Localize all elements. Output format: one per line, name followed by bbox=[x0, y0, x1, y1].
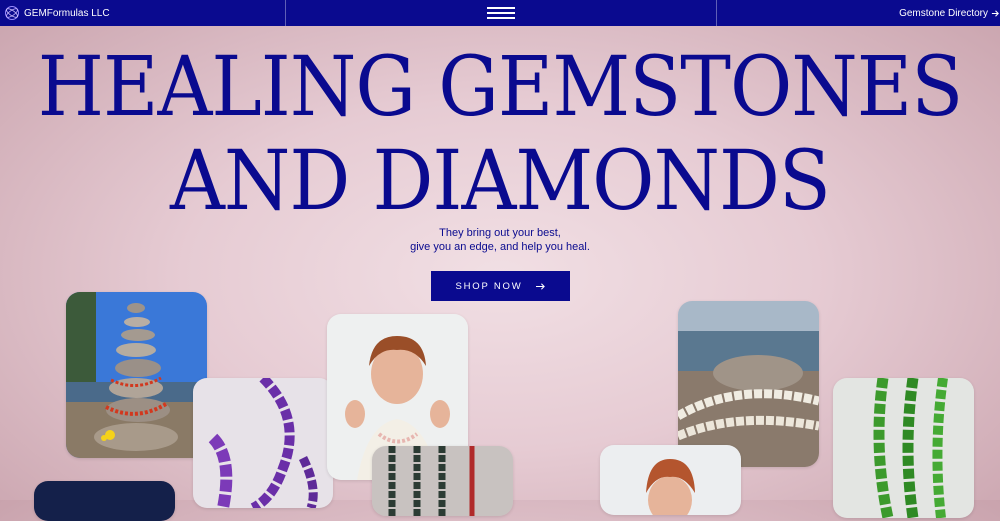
top-navigation-bar: GEMFormulas LLC Gemstone Directory bbox=[0, 0, 1000, 26]
shop-now-button[interactable]: SHOP NOW bbox=[431, 271, 570, 301]
nav-divider bbox=[285, 0, 286, 26]
hamburger-menu-icon bbox=[487, 7, 515, 9]
hero-title-line-2: AND DIAMONDS bbox=[170, 132, 831, 229]
gemstone-directory-label: Gemstone Directory bbox=[899, 8, 988, 19]
navy-fabric-photo bbox=[34, 481, 175, 521]
tagline-line-1: They bring out your best, bbox=[439, 227, 561, 239]
gemstone-directory-link[interactable]: Gemstone Directory bbox=[899, 7, 1000, 20]
shop-now-label: SHOP NOW bbox=[455, 280, 523, 292]
woman-portrait-photo bbox=[600, 445, 741, 515]
pearl-necklace-ocean-photo bbox=[678, 301, 819, 467]
dark-gemstone-strands-photo bbox=[372, 446, 513, 516]
nav-divider bbox=[716, 0, 717, 26]
amethyst-bead-necklace-photo bbox=[193, 378, 333, 508]
brand-name: GEMFormulas LLC bbox=[24, 7, 110, 19]
hero-title-line-1: HEALING GEMSTONES bbox=[37, 38, 964, 135]
stone-cairn-photo bbox=[66, 292, 207, 458]
hero-tagline: They bring out your best, give you an ed… bbox=[0, 226, 1000, 254]
hamburger-menu-button[interactable] bbox=[486, 5, 516, 21]
tagline-line-2: give you an edge, and help you heal. bbox=[410, 241, 590, 253]
gem-orbit-logo-icon bbox=[5, 6, 19, 20]
hero-title: HEALING GEMSTONES AND DIAMONDS bbox=[0, 38, 1000, 228]
brand-link[interactable]: GEMFormulas LLC bbox=[4, 5, 110, 21]
green-jade-bead-strands-photo bbox=[833, 378, 974, 518]
arrow-right-icon bbox=[535, 282, 545, 290]
arrow-right-icon bbox=[991, 10, 999, 17]
